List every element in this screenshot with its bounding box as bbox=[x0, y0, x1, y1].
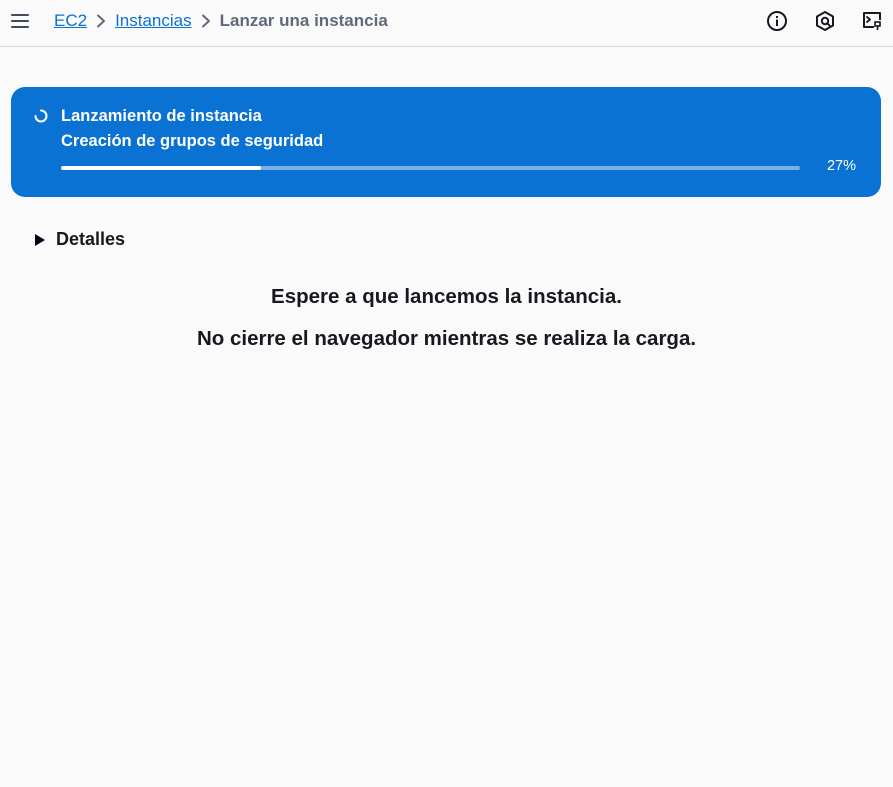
breadcrumb-current-page: Lanzar una instancia bbox=[219, 11, 388, 30]
progress-bar bbox=[61, 166, 800, 170]
progress-bar-fill bbox=[61, 166, 261, 170]
cloudshell-icon[interactable] bbox=[861, 10, 883, 32]
details-expander[interactable]: Detalles bbox=[35, 229, 125, 250]
chevron-right-icon bbox=[87, 10, 115, 32]
breadcrumb-instancias[interactable]: Instancias bbox=[115, 11, 192, 31]
launch-progress-flashbar: Lanzamiento de instancia Creación de gru… bbox=[11, 87, 881, 197]
hamburger-menu-icon[interactable] bbox=[10, 11, 30, 31]
top-navigation-bar: EC2 Instancias Lanzar una instancia bbox=[0, 0, 893, 47]
details-label: Detalles bbox=[56, 229, 126, 249]
loading-spinner-icon bbox=[34, 109, 48, 123]
breadcrumb-ec2[interactable]: EC2 bbox=[54, 11, 87, 31]
chevron-right-icon bbox=[192, 10, 220, 32]
do-not-close-message: No cierre el navegador mientras se reali… bbox=[196, 327, 697, 350]
breadcrumb: EC2 Instancias Lanzar una instancia bbox=[54, 10, 388, 32]
caret-right-icon bbox=[35, 233, 45, 246]
wait-message: Espere a que lancemos la instancia. bbox=[271, 285, 622, 308]
flash-subtitle: Creación de grupos de seguridad bbox=[61, 132, 324, 150]
info-icon[interactable] bbox=[766, 10, 788, 32]
flash-title: Lanzamiento de instancia bbox=[61, 107, 262, 125]
notifications-icon[interactable] bbox=[814, 10, 836, 32]
progress-percent: 27% bbox=[826, 158, 856, 174]
